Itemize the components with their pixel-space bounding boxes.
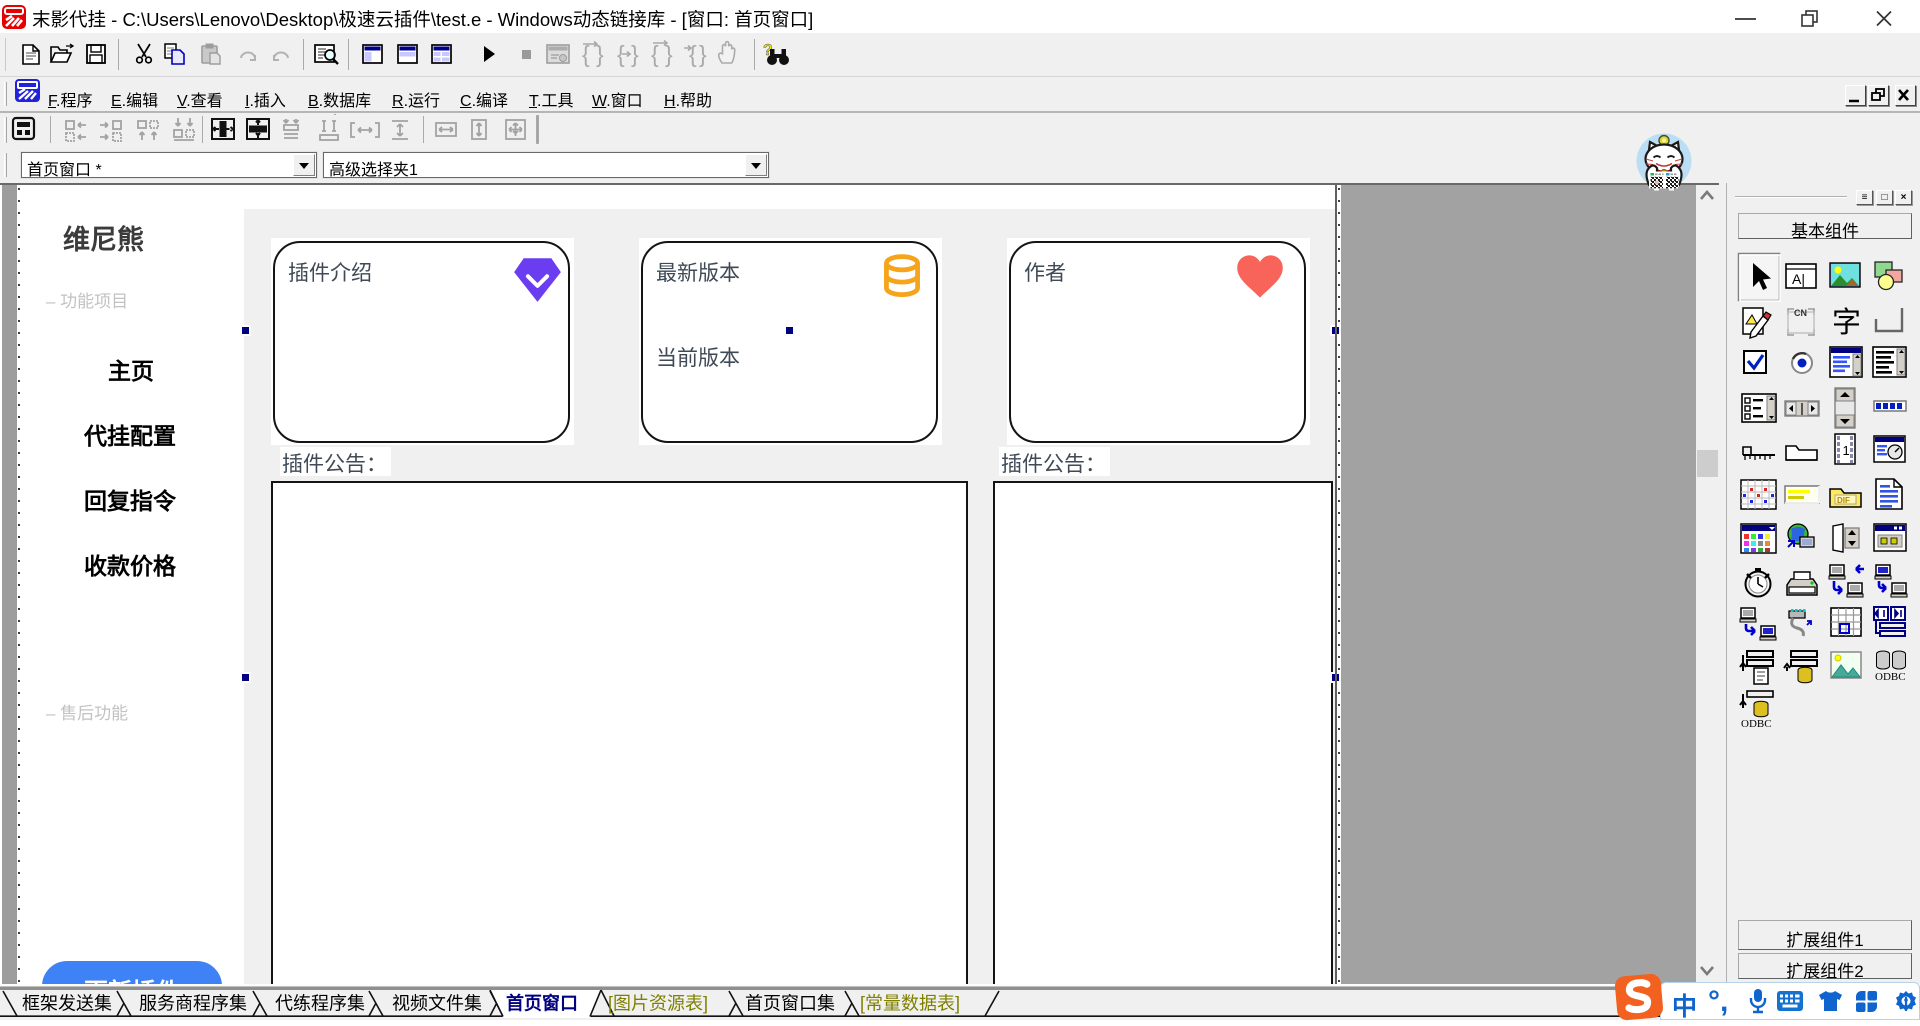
svg-text:{: { [651,41,659,67]
svg-text:首页窗口: 首页窗口 [506,993,578,1014]
svg-text:ODBC: ODBC [1875,671,1906,683]
svg-text:代练程序集: 代练程序集 [275,994,365,1014]
svg-text:{: { [582,41,590,67]
svg-text:[常量数据表]: [常量数据表] [860,994,960,1014]
svg-text:字: 字 [1832,306,1861,339]
svg-text:首页窗口集: 首页窗口集 [745,994,835,1014]
svg-text:}: } [596,41,604,67]
svg-text:{: { [689,41,697,67]
svg-text:}: } [699,41,707,67]
svg-text:A|: A| [1792,271,1805,287]
svg-text:[图片资源表]: [图片资源表] [608,994,708,1014]
svg-text:DIF: DIF [1837,496,1850,505]
svg-text:}: } [665,41,673,67]
svg-text:服务商程序集: 服务商程序集 [139,994,247,1014]
svg-text:ODBC: ODBC [1741,718,1772,730]
svg-text:}: } [631,41,639,67]
svg-text:视频文件集: 视频文件集 [392,994,482,1014]
svg-text:框架发送集: 框架发送集 [22,994,112,1014]
svg-text:CN: CN [1794,308,1807,318]
svg-text:1: 1 [1843,443,1850,458]
